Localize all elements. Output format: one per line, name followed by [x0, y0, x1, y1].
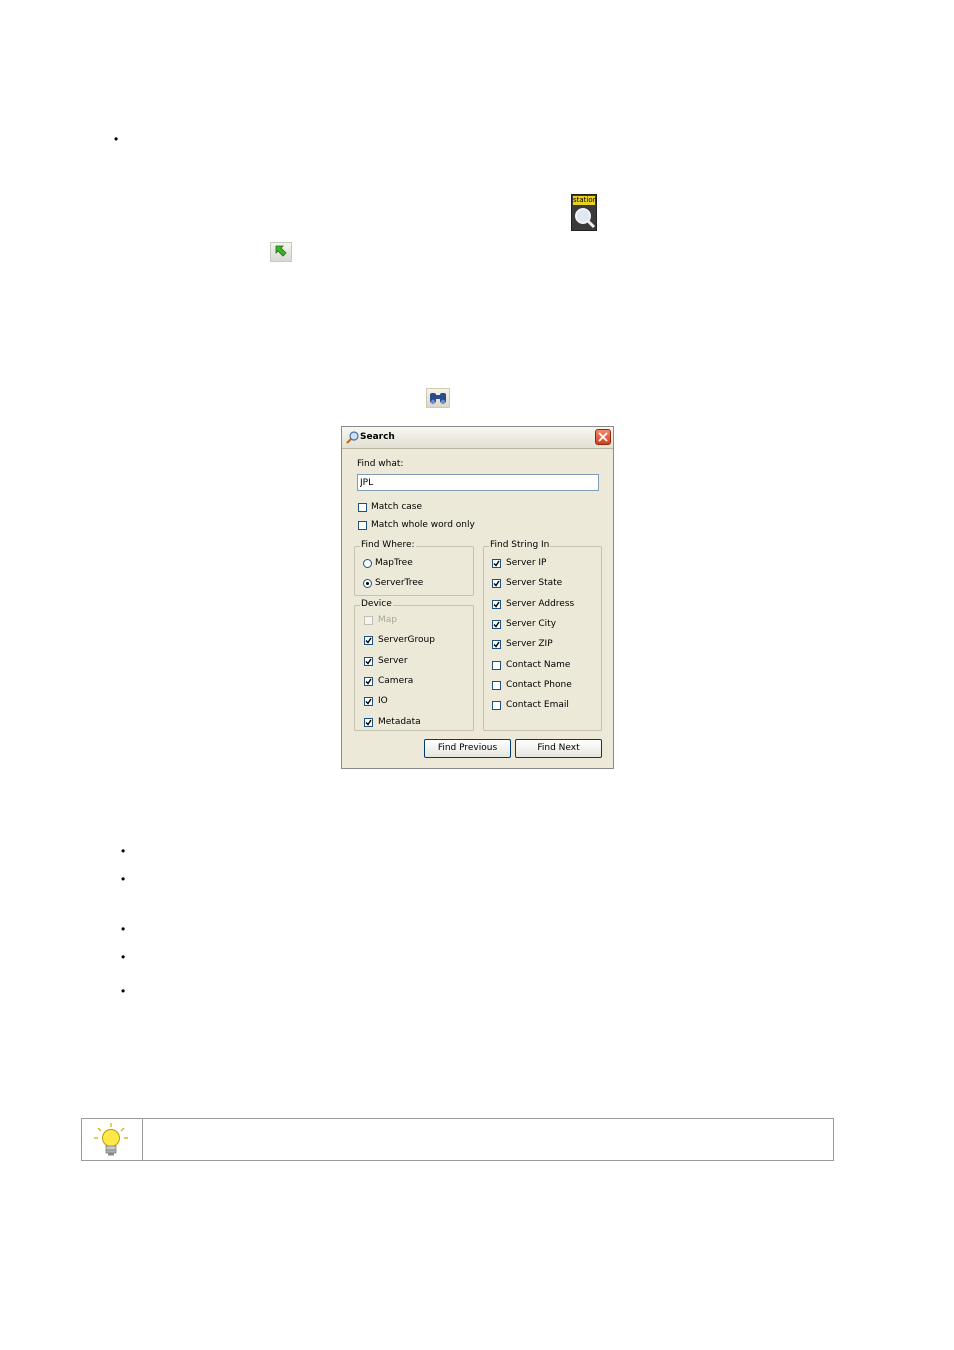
find-where-radio-servertree[interactable] [363, 579, 372, 588]
search-icon [346, 431, 359, 444]
device-label: ServerGroup [378, 635, 435, 646]
find-string-in-label: Server State [506, 578, 563, 589]
doc-bullet: • [114, 132, 119, 146]
find-string-in-checkbox-server-address[interactable] [492, 599, 501, 609]
device-label: Metadata [378, 716, 421, 727]
match-case-label: Match case [371, 502, 423, 512]
find-string-in-label: Server IP [506, 558, 547, 568]
station-search-icon: station [571, 194, 597, 231]
doc-bullet: • [121, 950, 126, 964]
device-label: Server [378, 655, 408, 666]
radio-selected-dot [366, 582, 369, 585]
find-string-in-label: Contact Name [506, 659, 571, 670]
find-string-in-label: Server ZIP [506, 639, 553, 650]
close-icon [598, 432, 608, 442]
doc-bullet: • [121, 872, 126, 886]
find-where-label: MapTree [375, 558, 413, 568]
back-arrow-icon [270, 242, 292, 262]
device-label: IO [378, 696, 388, 707]
find-where-title: Find Where: [360, 540, 416, 550]
doc-bullet: • [121, 922, 126, 936]
device-checkbox-map [364, 616, 373, 625]
find-string-in-checkbox-server-zip[interactable] [492, 640, 501, 650]
device-checkbox-camera[interactable] [364, 676, 373, 686]
find-where-label: ServerTree [375, 578, 424, 588]
station-icon-label: station [573, 196, 598, 205]
find-string-in-checkbox-contact-name[interactable] [492, 660, 501, 670]
find-next-button[interactable]: Find Next [515, 739, 602, 758]
find-string-in-checkbox-server-city[interactable] [492, 619, 501, 629]
find-string-in-group: Find String In Server IP Server State Serv… [483, 540, 602, 731]
find-string-in-checkbox-server-ip[interactable] [492, 559, 501, 568]
find-what-input[interactable] [357, 474, 599, 491]
binoculars-icon [426, 388, 450, 408]
lightbulb-icon [94, 1123, 128, 1156]
device-checkbox-server[interactable] [364, 656, 373, 666]
find-where-radio-maptree[interactable] [363, 559, 372, 568]
find-where-group: Find Where: MapTree ServerTree [354, 540, 474, 596]
match-whole-word-label: Match whole word only [371, 520, 475, 530]
device-checkbox-metadata[interactable] [364, 717, 373, 727]
find-string-in-label: Server City [506, 618, 557, 629]
find-string-in-label: Contact Phone [506, 679, 572, 690]
tip-divider [142, 1119, 143, 1160]
search-dialog: Search Find what: Match case Match whole… [341, 426, 614, 769]
find-previous-button[interactable]: Find Previous [424, 739, 511, 758]
dialog-titlebar[interactable]: Search [342, 427, 613, 449]
device-label: Map [378, 615, 397, 625]
find-string-in-checkbox-contact-phone[interactable] [492, 680, 501, 690]
doc-bullet: • [121, 984, 126, 998]
find-string-in-label: Contact Email [506, 700, 569, 711]
magnifier-icon [575, 208, 596, 229]
match-case-checkbox[interactable] [358, 503, 367, 512]
match-whole-word-checkbox[interactable] [358, 521, 367, 530]
close-button[interactable] [595, 429, 611, 445]
find-string-in-label: Server Address [506, 598, 575, 609]
doc-bullet: • [121, 844, 126, 858]
dialog-title: Search [360, 432, 395, 442]
find-string-in-checkbox-server-state[interactable] [492, 579, 501, 589]
tip-box [81, 1118, 834, 1161]
device-group: Device Map ServerGroup Server Camera IO Metad… [354, 599, 474, 731]
device-title: Device [360, 599, 393, 609]
find-string-in-checkbox-contact-email[interactable] [492, 701, 501, 711]
find-what-label: Find what: [357, 459, 404, 469]
device-label: Camera [378, 675, 414, 686]
find-string-in-title: Find String In [489, 540, 551, 550]
device-checkbox-servergroup[interactable] [364, 636, 373, 646]
device-checkbox-io[interactable] [364, 697, 373, 707]
